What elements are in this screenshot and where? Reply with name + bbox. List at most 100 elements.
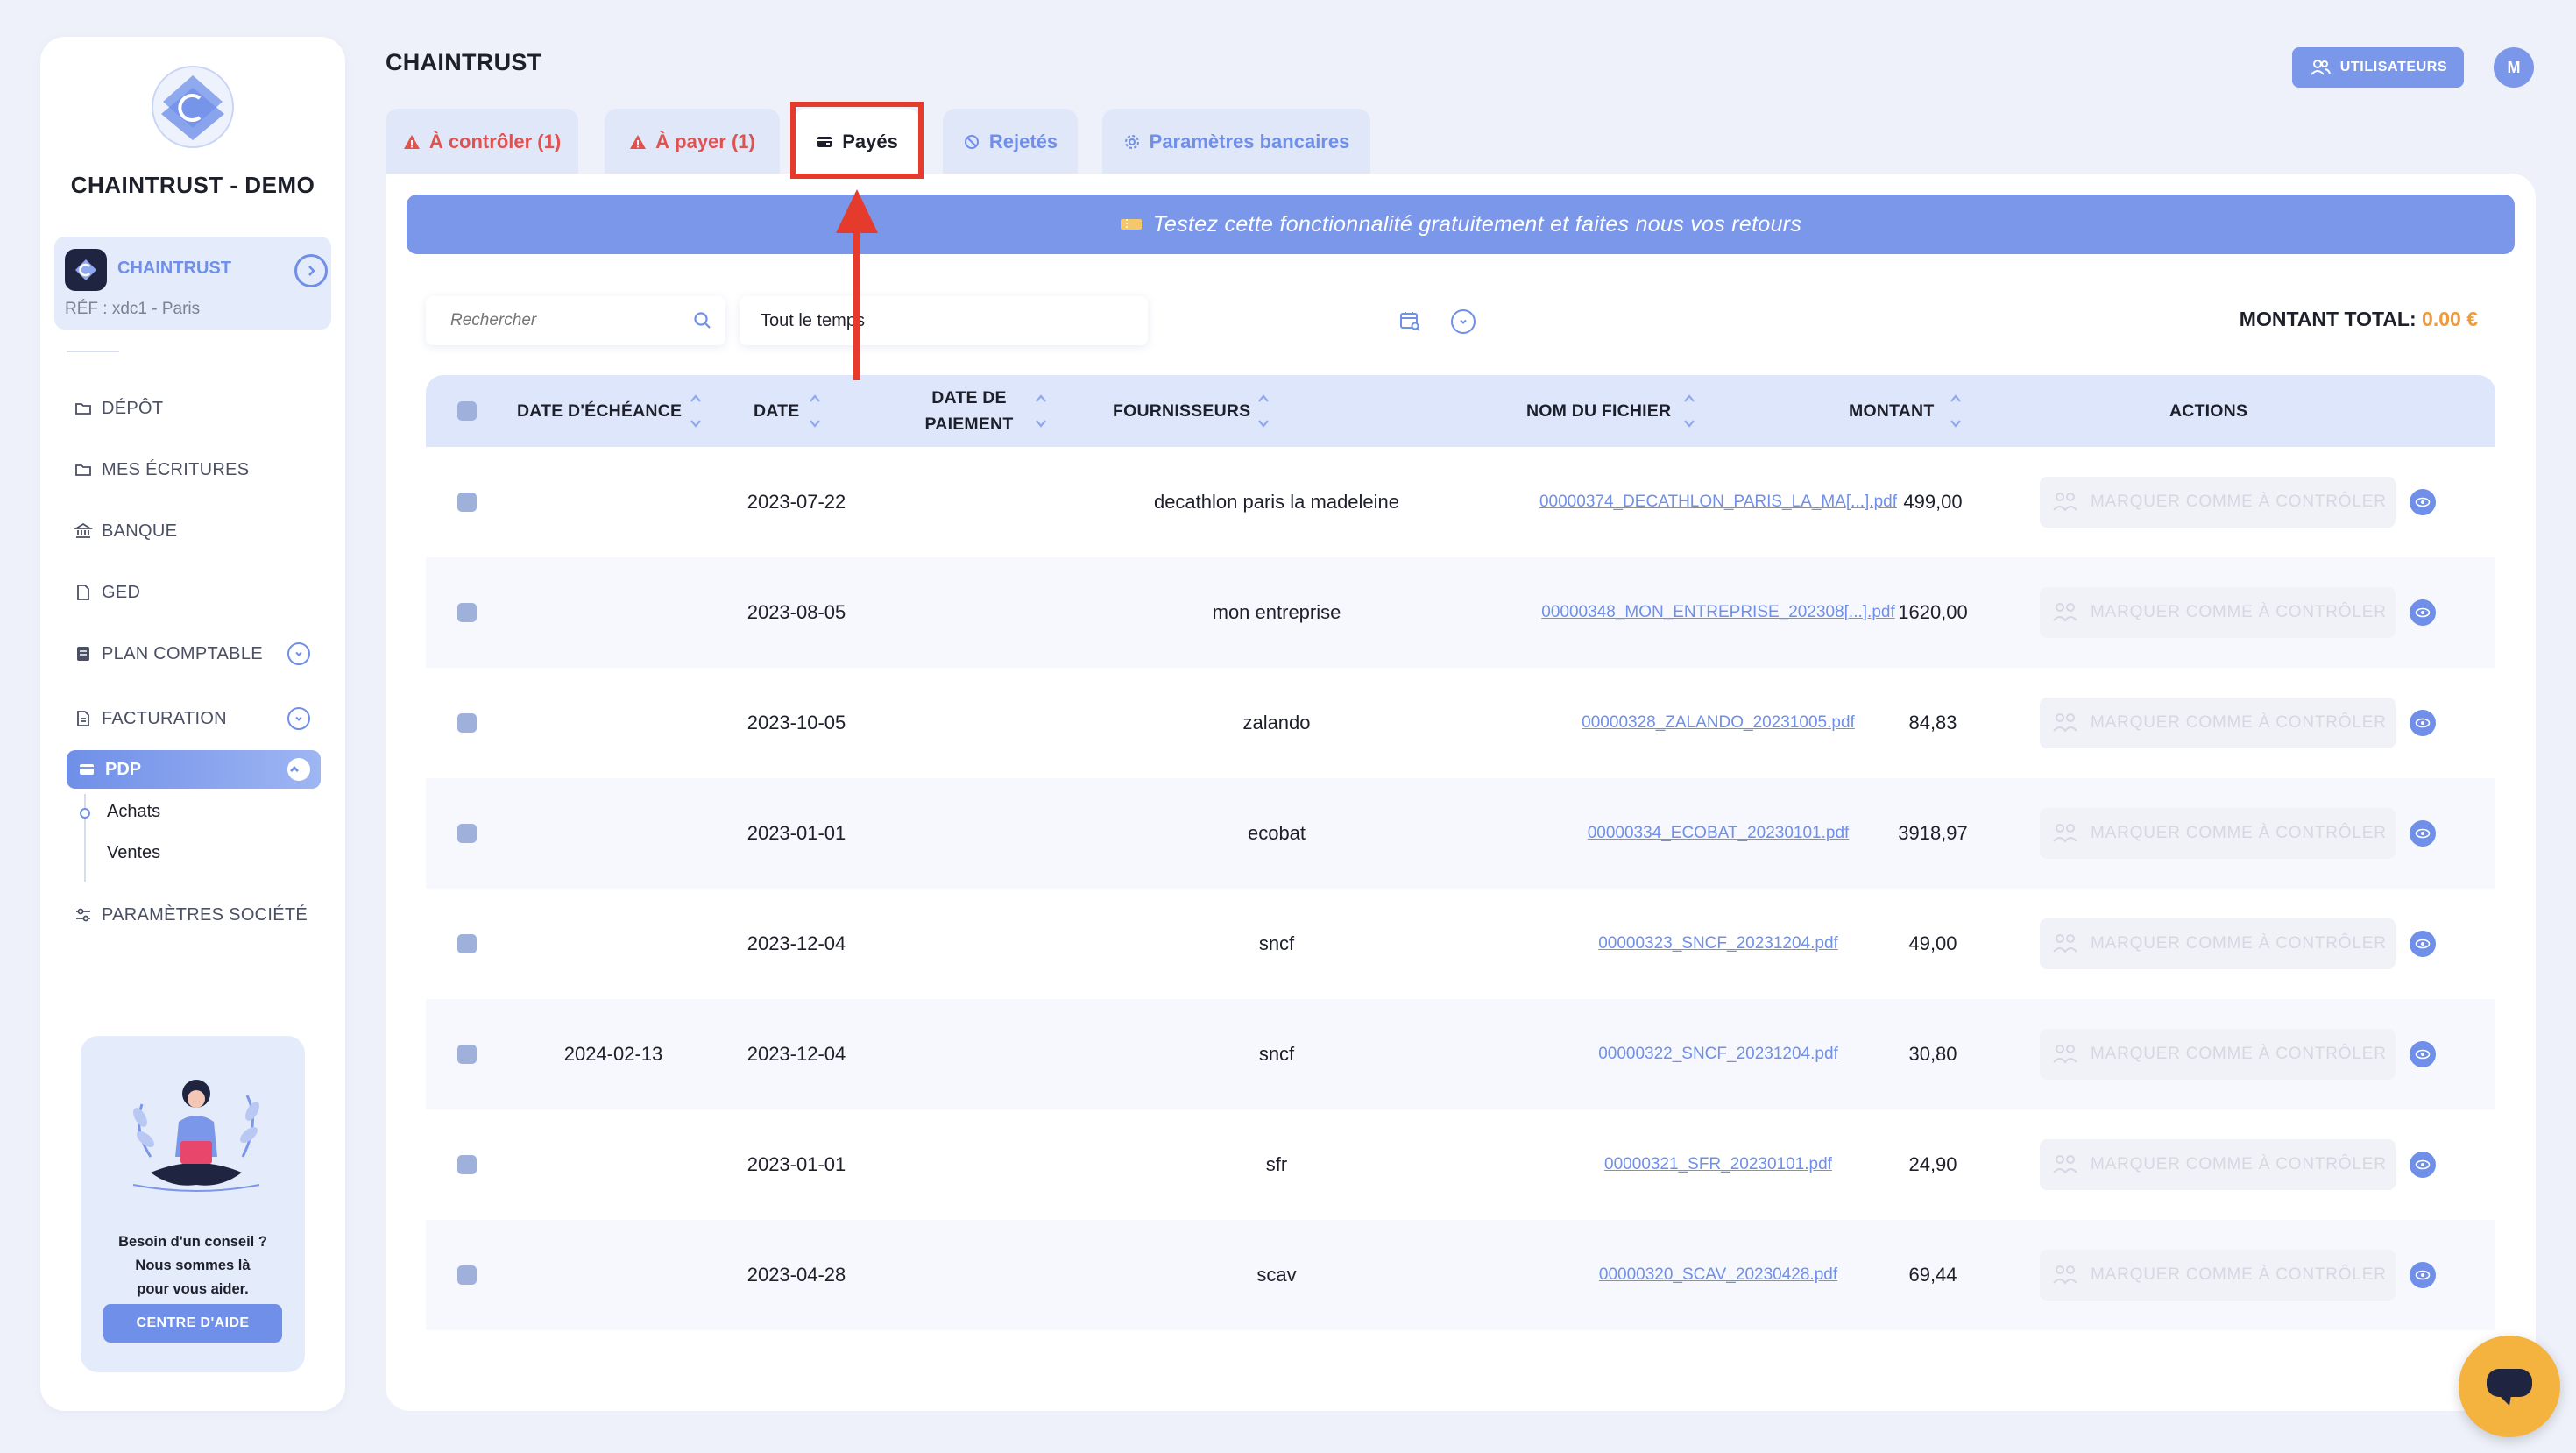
sidebar-item-depot[interactable]: DÉPÔT [74, 391, 163, 426]
search-icon[interactable] [692, 310, 713, 331]
card-icon [80, 764, 94, 775]
total-label: MONTANT TOTAL: [2239, 308, 2417, 330]
mark-to-check-button[interactable]: MARQUER COMME À CONTRÔLER [2040, 698, 2396, 748]
sidebar-item-ged[interactable]: GED [74, 575, 140, 610]
search-input[interactable] [450, 311, 687, 330]
amount-cell: 69,44 [1908, 1264, 1957, 1286]
total-value: 0.00 € [2422, 308, 2478, 330]
mark-to-check-button[interactable]: MARQUER COMME À CONTRÔLER [2040, 1139, 2396, 1190]
bank-icon [74, 522, 93, 538]
row-checkbox[interactable] [457, 713, 477, 733]
main-panel: Testez cette fonctionnalité gratuitement… [386, 174, 2536, 1411]
mark-to-check-button[interactable]: MARQUER COMME À CONTRÔLER [2040, 918, 2396, 969]
column-header-payment-date[interactable]: DATE DE PAIEMENT [899, 375, 1039, 447]
table-row: 2023-07-22 decathlon paris la madeleine 00… [426, 447, 2495, 557]
due-date-cell [517, 447, 710, 557]
sidebar-item-parametres-societe[interactable]: PARAMÈTRES SOCIÉTÉ [74, 897, 308, 932]
row-checkbox[interactable] [457, 1155, 477, 1174]
view-eye-icon[interactable] [2410, 710, 2436, 736]
help-text-line: Besoin d'un conseil ? [118, 1234, 267, 1250]
sidebar-item-pdp[interactable]: PDP [67, 750, 321, 789]
tab-parametres-bancaires[interactable]: Paramètres bancaires [1102, 109, 1370, 175]
due-date-cell [517, 1220, 710, 1330]
chat-support-button[interactable] [2459, 1336, 2560, 1437]
annotation-arrow-shaft [853, 230, 860, 380]
company-selector[interactable]: CHAINTRUST RÉF : xdc1 - Paris [54, 237, 331, 330]
chat-icon [2487, 1369, 2532, 1406]
view-eye-icon[interactable] [2410, 1041, 2436, 1067]
select-all-checkbox[interactable] [457, 401, 477, 421]
sidebar-item-label: PDP [105, 759, 142, 779]
due-date-cell [517, 889, 710, 999]
mark-to-check-button[interactable]: MARQUER COMME À CONTRÔLER [2040, 587, 2396, 638]
chevron-up-icon[interactable] [287, 758, 310, 781]
amount-cell: 30,80 [1908, 1043, 1957, 1065]
tab-a-controler[interactable]: À contrôler (1) [386, 109, 578, 175]
chevron-down-icon[interactable] [1451, 309, 1476, 334]
tab-a-payer[interactable]: À payer (1) [605, 109, 780, 175]
view-eye-icon[interactable] [2410, 820, 2436, 847]
view-eye-icon[interactable] [2410, 1152, 2436, 1178]
calendar-search-icon[interactable] [1398, 309, 1421, 332]
row-checkbox[interactable] [457, 1045, 477, 1064]
sort-icon[interactable] [808, 391, 822, 431]
sort-icon[interactable] [689, 391, 703, 431]
sidebar-item-plan-comptable[interactable]: PLAN COMPTABLE [74, 636, 263, 671]
row-checkbox[interactable] [457, 1265, 477, 1285]
mark-button-label: MARQUER COMME À CONTRÔLER [2091, 603, 2387, 621]
sidebar-subitem-achats[interactable]: Achats [107, 802, 160, 822]
view-eye-icon[interactable] [2410, 1262, 2436, 1288]
mark-to-check-button[interactable]: MARQUER COMME À CONTRÔLER [2040, 1029, 2396, 1080]
tab-label: Rejetés [988, 131, 1058, 152]
sort-icon[interactable] [1256, 391, 1270, 431]
search-box [426, 296, 725, 345]
date-cell: 2023-10-05 [747, 712, 846, 734]
sort-icon[interactable] [1034, 391, 1048, 431]
sidebar-item-label: GED [102, 582, 141, 602]
due-date-cell [517, 668, 710, 778]
column-header-date[interactable]: DATE [754, 375, 799, 447]
sidebar-item-banque[interactable]: BANQUE [74, 514, 177, 549]
sidebar-item-ecritures[interactable]: MES ÉCRITURES [74, 452, 249, 487]
sidebar-item-facturation[interactable]: FACTURATION [74, 701, 227, 736]
period-select[interactable]: Tout le temps [740, 296, 1476, 345]
column-header-amount[interactable]: MONTANT [1849, 375, 1934, 447]
help-center-button[interactable]: CENTRE D'AIDE [103, 1304, 282, 1343]
supplier-cell: ecobat [1247, 822, 1306, 844]
sort-icon[interactable] [1682, 391, 1696, 431]
view-eye-icon[interactable] [2410, 599, 2436, 626]
chevron-down-icon[interactable] [287, 642, 310, 665]
table-row: 2023-08-05 mon entreprise 00000348_MON_ENT… [426, 557, 2495, 668]
sort-icon[interactable] [1949, 391, 1963, 431]
avatar[interactable]: M [2494, 47, 2534, 88]
mark-to-check-button[interactable]: MARQUER COMME À CONTRÔLER [2040, 1250, 2396, 1301]
sliders-icon [76, 908, 90, 922]
view-eye-icon[interactable] [2410, 489, 2436, 515]
tab-rejetes[interactable]: Rejetés [943, 109, 1078, 175]
mark-button-label: MARQUER COMME À CONTRÔLER [2091, 824, 2387, 842]
amount-cell: 24,90 [1908, 1153, 1957, 1175]
row-checkbox[interactable] [457, 934, 477, 953]
chevron-right-icon[interactable] [294, 254, 328, 287]
chevron-down-icon[interactable] [287, 707, 310, 730]
sidebar-subitem-ventes[interactable]: Ventes [107, 843, 160, 863]
mark-to-check-button[interactable]: MARQUER COMME À CONTRÔLER [2040, 808, 2396, 859]
column-header-due-date[interactable]: DATE D'ÉCHÉANCE [517, 375, 682, 447]
users-check-icon [2053, 824, 2077, 843]
row-checkbox[interactable] [457, 824, 477, 843]
column-header-actions: ACTIONS [2169, 400, 2248, 421]
annotation-arrow-head [836, 189, 878, 233]
column-header-file-name[interactable]: NOM DU FICHIER [1526, 375, 1671, 447]
mark-to-check-button[interactable]: MARQUER COMME À CONTRÔLER [2040, 477, 2396, 528]
date-cell: 2023-01-01 [747, 822, 846, 844]
amount-cell: 84,83 [1908, 712, 1957, 734]
ticket-icon [1120, 219, 1142, 230]
row-checkbox[interactable] [457, 493, 477, 512]
column-header-supplier[interactable]: FOURNISSEURS [1113, 375, 1250, 447]
woman-laptop-illustration-icon [132, 1080, 260, 1192]
row-checkbox[interactable] [457, 603, 477, 622]
company-logo-icon [65, 249, 107, 291]
folder-icon [75, 464, 91, 476]
view-eye-icon[interactable] [2410, 931, 2436, 957]
users-button[interactable]: UTILISATEURS [2292, 47, 2464, 88]
